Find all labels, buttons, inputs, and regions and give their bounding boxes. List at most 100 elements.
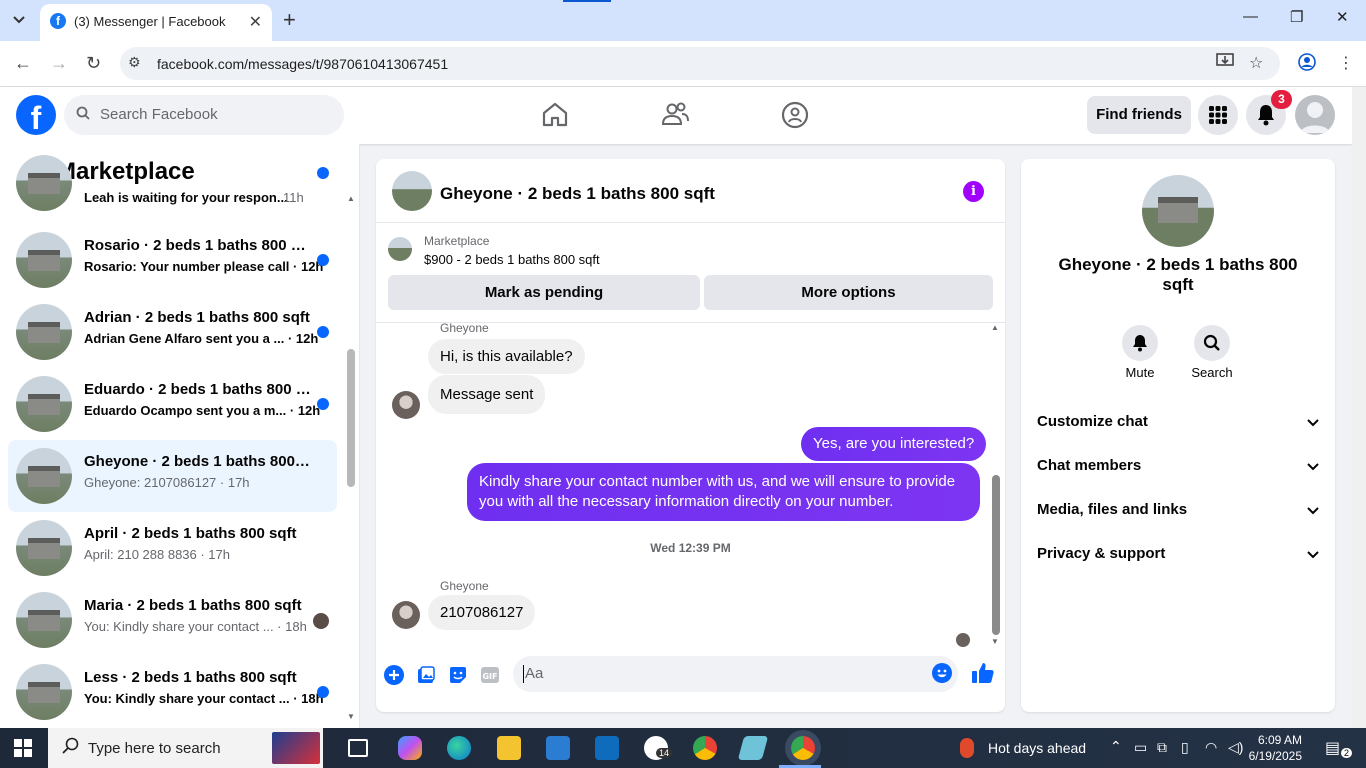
listing-thumbnail[interactable] xyxy=(388,237,412,261)
conversation-info-panel: Gheyone · 2 beds 1 baths 800 sqft Mute S… xyxy=(1021,159,1335,712)
search-in-conversation-button[interactable]: Search xyxy=(1182,325,1242,380)
sender-avatar[interactable] xyxy=(392,391,420,419)
more-options-button[interactable]: More options xyxy=(704,275,993,310)
scroll-down-icon[interactable]: ▼ xyxy=(991,637,999,646)
conversation-list-scrollbar[interactable]: ▲ ▼ xyxy=(345,144,359,728)
listing-thumbnail xyxy=(16,155,72,211)
sender-avatar[interactable] xyxy=(392,601,420,629)
restore-icon[interactable]: ❐ xyxy=(1290,8,1303,26)
conversation-item[interactable]: Adrian · 2 beds 1 baths 800 sqft Adrian … xyxy=(8,296,337,368)
conversation-item[interactable]: Rosario · 2 beds 1 baths 800 sqft Rosari… xyxy=(8,224,337,296)
bookmark-star-icon[interactable]: ☆ xyxy=(1249,53,1263,73)
tab-indicator-line xyxy=(563,0,611,2)
facebook-search-input[interactable]: Search Facebook xyxy=(64,95,344,135)
site-settings-icon[interactable]: ⚙ xyxy=(128,54,141,71)
copilot-icon[interactable] xyxy=(398,736,422,760)
conversation-item[interactable]: Eduardo · 2 beds 1 baths 800 s... Eduard… xyxy=(8,368,337,440)
conversation-item[interactable]: Maria · 2 beds 1 baths 800 sqft You: Kin… xyxy=(8,584,337,656)
file-explorer-icon[interactable] xyxy=(497,736,521,760)
chat-scrollbar[interactable]: ▲ ▼ xyxy=(989,323,1003,650)
conversation-item[interactable]: April · 2 beds 1 baths 800 sqft April: 2… xyxy=(8,512,337,584)
search-placeholder: Search Facebook xyxy=(100,106,218,123)
app-icon[interactable] xyxy=(737,736,769,760)
like-thumb-icon[interactable] xyxy=(970,660,996,686)
forward-arrow-icon[interactable]: → xyxy=(50,53,68,74)
seen-receipt-avatar xyxy=(956,633,970,647)
unread-dot xyxy=(317,398,329,410)
add-plus-icon[interactable] xyxy=(383,664,405,686)
conversation-item[interactable]: Leah is waiting for your respon... 11h xyxy=(8,155,337,219)
scroll-thumb[interactable] xyxy=(992,475,1000,635)
listing-thumbnail xyxy=(16,448,72,504)
chat-avatar[interactable] xyxy=(392,171,432,211)
listing-thumbnail xyxy=(16,592,72,648)
battery-icon[interactable]: ▯ xyxy=(1181,739,1189,756)
edge-browser-icon[interactable] xyxy=(447,736,471,760)
customize-chat-row[interactable]: Customize chat xyxy=(1037,401,1319,441)
meet-now-icon[interactable]: ▭ xyxy=(1134,739,1147,756)
profile-icon[interactable] xyxy=(1298,53,1316,76)
task-view-icon[interactable] xyxy=(348,739,368,757)
chevron-down-icon xyxy=(1307,502,1319,518)
windows-start-icon[interactable] xyxy=(14,739,32,760)
system-clock[interactable]: 6:09 AM 6/19/2025 xyxy=(1222,732,1302,764)
chrome-profile-icon[interactable] xyxy=(693,736,717,760)
chevron-up-icon[interactable]: ⌃ xyxy=(1110,738,1122,755)
outgoing-message: Kindly share your contact number with us… xyxy=(467,463,980,521)
address-bar[interactable]: ⚙ facebook.com/messages/t/98706104130674… xyxy=(120,47,1280,80)
listing-title[interactable]: $900 - 2 beds 1 baths 800 sqft xyxy=(424,252,600,267)
tab-search-chevron-icon[interactable] xyxy=(8,9,30,31)
camera-icon[interactable]: ⧉ xyxy=(1157,739,1167,756)
mute-button[interactable]: Mute xyxy=(1110,325,1170,380)
new-tab-plus-icon[interactable]: + xyxy=(283,9,296,31)
taskbar-search-input[interactable]: Type here to search xyxy=(48,728,323,768)
home-nav-icon[interactable] xyxy=(541,101,571,129)
account-avatar[interactable] xyxy=(1295,95,1335,135)
install-app-icon[interactable] xyxy=(1216,53,1234,74)
weather-text[interactable]: Hot days ahead xyxy=(988,740,1086,756)
conversation-item[interactable]: Less · 2 beds 1 baths 800 sqft You: Kind… xyxy=(8,656,337,728)
chat-window: Gheyone · 2 beds 1 baths 800 sqft i Mark… xyxy=(376,159,1005,712)
tab-close-icon[interactable]: ✕ xyxy=(249,12,262,32)
attach-image-icon[interactable] xyxy=(415,664,437,686)
search-highlight-icon[interactable] xyxy=(272,732,320,764)
facebook-header: f Search Facebook Find friends xyxy=(0,87,1352,144)
microsoft-store-icon[interactable] xyxy=(546,736,570,760)
friends-nav-icon[interactable] xyxy=(661,101,691,129)
mark-as-pending-button[interactable]: Mark as pending xyxy=(388,275,700,310)
conversation-item-active[interactable]: Gheyone · 2 beds 1 baths 800 sqft Gheyon… xyxy=(8,440,337,512)
chat-title[interactable]: Gheyone · 2 beds 1 baths 800 sqft xyxy=(440,184,715,204)
minimize-icon[interactable]: — xyxy=(1243,8,1258,25)
window-close-icon[interactable]: ✕ xyxy=(1336,8,1349,26)
message-input[interactable]: Aa xyxy=(513,656,958,692)
mute-label: Mute xyxy=(1125,365,1155,380)
page-scrollbar[interactable] xyxy=(1352,87,1366,728)
scroll-down-icon[interactable]: ▼ xyxy=(347,712,355,721)
outlook-icon[interactable] xyxy=(595,736,619,760)
listing-avatar[interactable] xyxy=(1142,175,1214,247)
weather-thermometer-icon[interactable] xyxy=(960,738,974,758)
message-thread: Gheyone Hi, is this available? Message s… xyxy=(376,323,1005,650)
menu-grid-icon[interactable] xyxy=(1198,95,1238,135)
notification-center-icon[interactable]: ▤ xyxy=(1325,738,1340,758)
privacy-support-row[interactable]: Privacy & support xyxy=(1037,533,1319,573)
chrome-active-icon[interactable] xyxy=(791,736,815,760)
reload-icon[interactable]: ↻ xyxy=(86,53,101,74)
chat-members-row[interactable]: Chat members xyxy=(1037,445,1319,485)
groups-nav-icon[interactable] xyxy=(781,101,811,129)
sticker-icon[interactable] xyxy=(447,664,469,686)
media-files-links-row[interactable]: Media, files and links xyxy=(1037,489,1319,529)
gif-icon[interactable]: GIF xyxy=(479,664,501,686)
search-label: Search xyxy=(1191,365,1233,380)
browser-menu-icon[interactable]: ⋮ xyxy=(1338,53,1354,73)
scroll-up-icon[interactable]: ▲ xyxy=(347,194,355,203)
scroll-thumb[interactable] xyxy=(347,349,355,487)
info-icon[interactable]: i xyxy=(963,181,984,202)
find-friends-button[interactable]: Find friends xyxy=(1087,96,1191,134)
wifi-icon[interactable]: ◠ xyxy=(1205,739,1217,756)
emoji-icon[interactable] xyxy=(932,663,952,686)
scroll-up-icon[interactable]: ▲ xyxy=(991,323,999,332)
browser-tab-messenger[interactable]: f (3) Messenger | Facebook ✕ xyxy=(40,4,272,41)
facebook-logo-icon[interactable]: f xyxy=(16,95,56,135)
back-arrow-icon[interactable]: ← xyxy=(14,53,32,74)
